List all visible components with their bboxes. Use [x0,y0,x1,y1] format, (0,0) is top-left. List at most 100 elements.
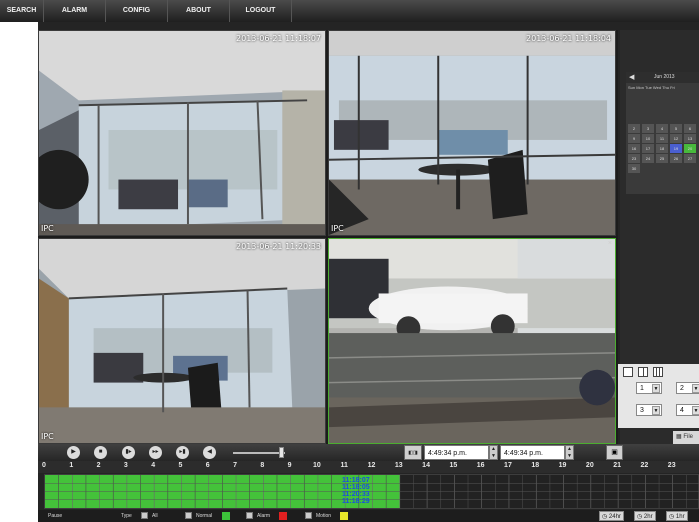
calendar-day[interactable]: 24 [642,154,654,163]
type-normal-checkbox[interactable] [185,512,192,519]
calendar-day[interactable]: 5 [670,124,682,133]
camera-grid: 2013-06-21 11:18:07 IPC 2013-06-21 11:18… [38,30,618,444]
camera-view-4[interactable]: × [328,238,616,444]
normal-label: Normal [196,513,213,519]
calendar-day[interactable]: 4 [656,124,668,133]
zoom-24hr-label: 24hr [608,514,621,520]
volume-icon[interactable]: ◀ [203,446,216,459]
channel-select-3[interactable]: 3 ▼ [636,404,662,416]
nav-config[interactable]: CONFIG [106,0,168,22]
start-time-field[interactable]: 4:49:34 p.m. [424,445,489,460]
calendar-day[interactable]: 10 [642,134,654,143]
hour-label: 17 [504,462,512,469]
layout-9-icon[interactable] [653,367,663,377]
save-icon[interactable]: ▣ [606,445,623,460]
timeline-camera-times: 11:18:07 11:18:05 11:20:33 11:18:29 [342,477,370,505]
hour-label: 22 [640,462,649,469]
calendar-day[interactable]: 16 [628,144,640,153]
nav-search[interactable]: SEARCH [0,0,44,22]
calendar-day[interactable]: 19 [670,144,682,153]
start-time-spinner[interactable]: ▲ ▼ [489,445,498,460]
file-button[interactable]: ▦ File [673,431,699,444]
calendar-day[interactable]: 20 [684,144,696,153]
hour-label: 6 [205,462,210,469]
calendar-day[interactable]: 13 [684,134,696,143]
camera-2-label: IPC [331,224,344,233]
camera-view-2[interactable]: 2013-06-21 11:18:04 IPC [328,30,616,236]
volume-slider[interactable] [233,452,285,454]
timeline-time-2: 11:18:05 [342,484,370,491]
calendar-day[interactable]: 26 [670,154,682,163]
camera-2-image [329,31,615,235]
hour-label: 20 [585,462,594,469]
channel-select-1[interactable]: 1 ▼ [636,382,662,394]
hour-label: 4 [151,462,156,469]
camera-view-1[interactable]: 2013-06-21 11:18:07 IPC [38,30,326,236]
playback-controls: ▶ ■ ▮▸ ▸▸ ▸▮ ◀ ◧◨ 4:49:34 p.m. ▲ ▼ 4:49:3… [38,444,699,461]
zoom-1hr-button[interactable]: ◷ 1hr [666,511,688,521]
alarm-label: Alarm [257,513,271,519]
play-button[interactable]: ▶ [67,446,80,459]
clock-icon: ◷ [669,514,675,520]
type-motion-checkbox[interactable] [305,512,312,519]
hour-label: 9 [287,462,292,469]
calendar-prev-icon[interactable]: ◀ [629,72,634,83]
layout-1-icon[interactable] [623,367,633,377]
calendar-day[interactable]: 17 [642,144,654,153]
channel-select-2[interactable]: 2 ▼ [676,382,699,394]
channel-select-4[interactable]: 4 ▼ [676,404,699,416]
end-time-field[interactable]: 4:49:34 p.m. [500,445,565,460]
calendar-day[interactable]: 30 [628,164,640,173]
hour-label: 0 [42,462,46,469]
timeline-hours: 0 1 2 3 4 5 6 7 8 9 10 11 12 13 14 15 16 17 18 19 20 21 22 23 [38,461,699,473]
calendar-day[interactable]: 3 [642,124,654,133]
hour-label: 8 [260,462,265,469]
channel-select-2-value: 2 [680,385,684,392]
fast-forward-button[interactable]: ▸▸ [149,446,162,459]
hour-label: 10 [313,462,321,469]
sync-time-button[interactable]: ◧◨ [404,445,422,460]
timeline-time-4: 11:18:29 [342,498,370,505]
type-all-checkbox[interactable] [141,512,148,519]
calendar-day[interactable]: 12 [670,134,682,143]
camera-2-timestamp: 2013-06-21 11:18:04 [526,34,611,43]
recording-timeline[interactable]: 11:18:07 11:18:05 11:20:33 11:18:29 [44,474,699,509]
calendar: ◀ Jun 2013 Sun Mon Tue Wed Thu Fri 23456… [626,72,699,194]
nav-about[interactable]: ABOUT [168,0,230,22]
chevron-down-icon: ▼ [692,406,699,415]
zoom-2hr-button[interactable]: ◷ 2hr [634,511,656,521]
camera-view-3[interactable]: 2013-06-21 11:20:33 IPC [38,238,326,444]
hour-label: 12 [367,462,376,469]
volume-slider-knob[interactable] [278,447,284,458]
calendar-day[interactable]: 23 [628,154,640,163]
hour-label: 21 [613,462,622,469]
calendar-day[interactable]: 11 [656,134,668,143]
hour-label: 1 [69,462,74,469]
calendar-day[interactable]: 25 [656,154,668,163]
calendar-day[interactable]: 6 [684,124,696,133]
timeline-time-3: 11:20:33 [342,491,370,498]
camera-3-timestamp: 2013-06-21 11:20:33 [236,242,321,251]
timeline-grid [45,475,699,508]
zoom-24hr-button[interactable]: ◷ 24hr [599,511,624,521]
hour-label: 18 [531,462,540,469]
camera-4-close-icon[interactable]: × [608,240,612,247]
stop-button[interactable]: ■ [94,446,107,459]
calendar-day[interactable]: 27 [684,154,696,163]
calendar-day[interactable]: 9 [628,134,640,143]
nav-alarm[interactable]: ALARM [44,0,106,22]
zoom-2hr-label: 2hr [643,514,653,520]
type-alarm-checkbox[interactable] [246,512,253,519]
channel-select-1-value: 1 [640,385,644,392]
next-frame-button[interactable]: ▸▮ [176,446,189,459]
layout-4-icon[interactable] [638,367,648,377]
nav-logout[interactable]: LOGOUT [230,0,292,22]
calendar-weekdays: Sun Mon Tue Wed Thu Fri [628,85,675,90]
clock-icon: ◷ [602,514,608,520]
calendar-day[interactable]: 2 [628,124,640,133]
calendar-days: 2 3 4 5 6 9 10 11 12 13 16 17 18 19 20 23 24 25 26 27 30 [628,124,699,173]
calendar-day[interactable]: 18 [656,144,668,153]
end-time-spinner[interactable]: ▲ ▼ [565,445,574,460]
layout-panel: 1 ▼ 2 ▼ 3 ▼ 4 ▼ [618,364,699,428]
step-forward-button[interactable]: ▮▸ [122,446,135,459]
